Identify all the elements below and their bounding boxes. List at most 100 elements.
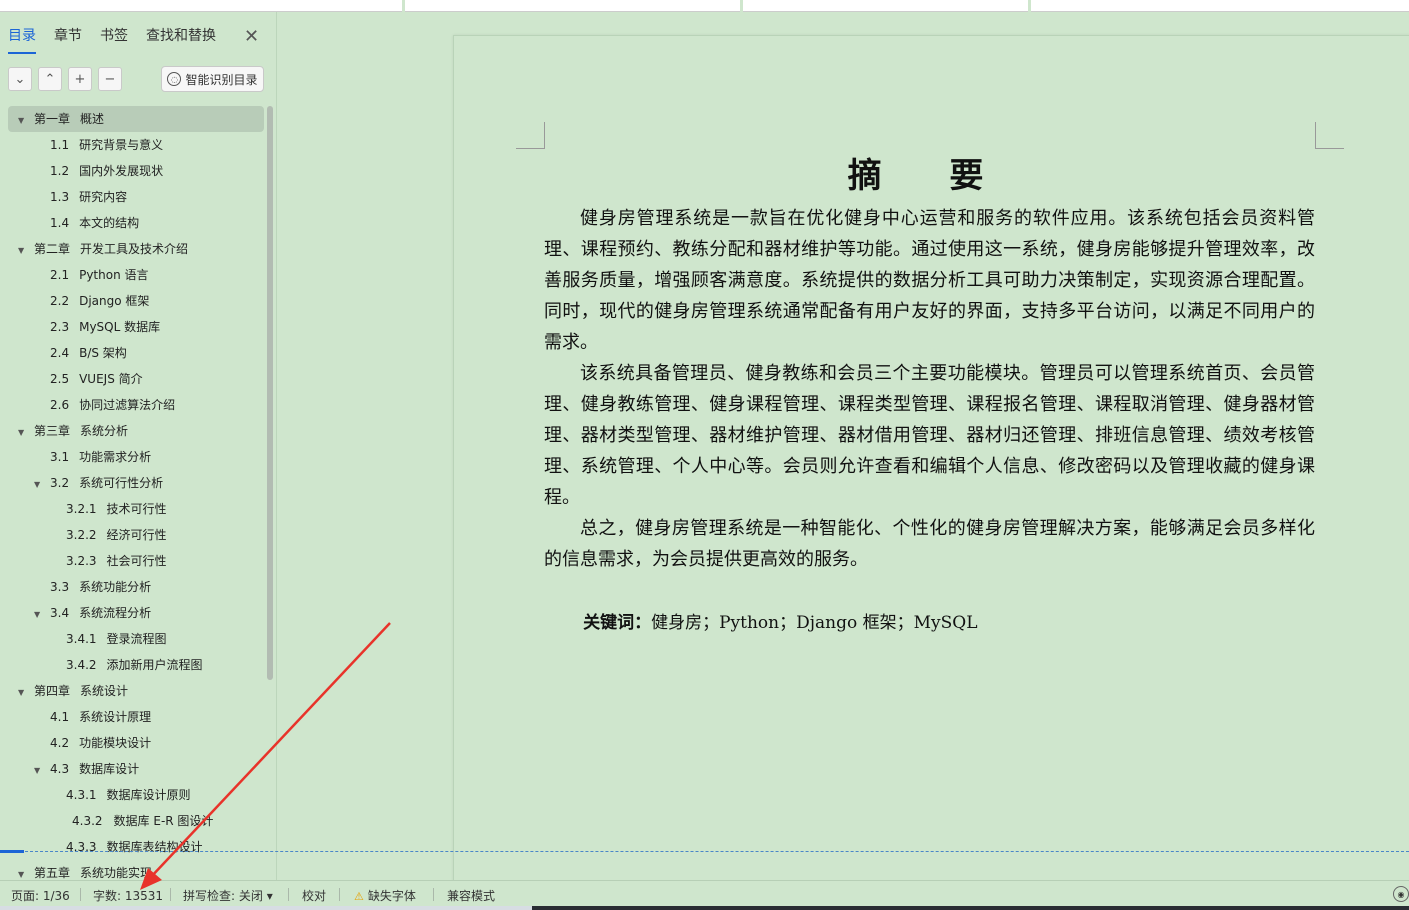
toc-item-number: 1.4 (50, 216, 70, 230)
toc-item[interactable]: 4.2 功能模块设计 (0, 730, 266, 756)
toc-item[interactable]: 4.3.1 数据库设计原则 (0, 782, 266, 808)
tab-bookmarks[interactable]: 书签 (100, 26, 128, 54)
toc-item[interactable]: 4.3.2 数据库 E-R 图设计 (0, 808, 266, 834)
toc-item[interactable]: ▼ 3.2 系统可行性分析 (0, 470, 266, 496)
toc-item[interactable]: 3.4.1 登录流程图 (0, 626, 266, 652)
toc-item-label: 研究内容 (79, 190, 128, 204)
abstract-paragraph: 健身房管理系统是一款旨在优化健身中心运营和服务的软件应用。该系统包括会员资料管理… (544, 208, 1315, 353)
expand-triangle-icon[interactable]: ▼ (18, 862, 28, 880)
expand-triangle-icon[interactable]: ▼ (34, 472, 44, 498)
page-indicator[interactable]: 页面: 1/36 (11, 887, 70, 904)
toc-item[interactable]: 4.1 系统设计原理 (0, 704, 266, 730)
toc-chapter-item[interactable]: ▼ 第二章 开发工具及技术介绍 (0, 236, 266, 262)
toc-item[interactable]: 4.3.3 数据库表结构设计 (0, 834, 266, 860)
divider (80, 888, 81, 901)
page-boundary-guide (0, 851, 1409, 852)
toc-chapter-item[interactable]: ▼ 第一章 概述 (8, 106, 264, 132)
toc-item-number: 3.2.2 (66, 528, 97, 542)
toc-item-number: 3.2.3 (66, 554, 97, 568)
toc-item-number: 第五章 (34, 866, 71, 880)
compat-mode-label: 兼容模式 (447, 889, 496, 903)
toc-item[interactable]: ▼ 3.4 系统流程分析 (0, 600, 266, 626)
warning-icon: ⚠ (354, 890, 364, 903)
toc-item[interactable]: 3.2.1 技术可行性 (0, 496, 266, 522)
toc-item[interactable]: 3.1 功能需求分析 (0, 444, 266, 470)
ai-toc-button[interactable]: ◌ 智能识别目录 (161, 66, 264, 92)
toc-item[interactable]: 1.2 国内外发展现状 (0, 158, 266, 184)
eye-icon[interactable]: ◉ (1393, 886, 1409, 902)
toc-item-label: 协同过滤算法介绍 (79, 398, 176, 412)
toc-item-number: 3.4.2 (66, 658, 97, 672)
toc-item-number: 3.2 (50, 476, 70, 490)
proofread-button[interactable]: 校对 (302, 887, 326, 904)
remove-heading-button[interactable]: − (98, 67, 122, 91)
toc-item-number: 3.4 (50, 606, 70, 620)
toc-item-number: 1.2 (50, 164, 70, 178)
toc-item-label: 系统分析 (80, 424, 129, 438)
toc-item-number: 2.1 (50, 268, 70, 282)
toc-item[interactable]: 2.3 MySQL 数据库 (0, 314, 266, 340)
toc-item-label: 技术可行性 (106, 502, 167, 516)
missing-fonts-button[interactable]: ⚠ 缺失字体 (354, 887, 416, 904)
toc-item[interactable]: ▼ 4.3 数据库设计 (0, 756, 266, 782)
toc-item[interactable]: 1.1 研究背景与意义 (0, 132, 266, 158)
toc-item-number: 4.3.3 (66, 840, 97, 854)
toc-item[interactable]: 2.6 协同过滤算法介绍 (0, 392, 266, 418)
toc-item-label: 社会可行性 (106, 554, 167, 568)
toc-item-label: 开发工具及技术介绍 (80, 242, 189, 256)
toc-chapter-item[interactable]: ▼ 第三章 系统分析 (0, 418, 266, 444)
close-icon[interactable]: ✕ (244, 26, 259, 47)
toc-item[interactable]: 3.2.2 经济可行性 (0, 522, 266, 548)
toc-item-number: 3.1 (50, 450, 70, 464)
toc-chapter-item[interactable]: ▼ 第五章 系统功能实现 (0, 860, 266, 880)
add-heading-button[interactable]: + (68, 67, 92, 91)
toc-item-label: 系统功能实现 (80, 866, 153, 880)
toc-list: ▼ 第一章 概述 1.1 研究背景与意义 1.2 国内外发展现状 1.3 研究内容 1.4 本文的结… (0, 106, 266, 880)
toc-item[interactable]: 3.4.2 添加新用户流程图 (0, 652, 266, 678)
expand-triangle-icon[interactable]: ▼ (18, 238, 28, 264)
collapse-button[interactable]: ⌄ (8, 67, 32, 91)
toc-item[interactable]: 2.2 Django 框架 (0, 288, 266, 314)
tab-find-replace[interactable]: 查找和替换 (146, 26, 216, 54)
toc-item[interactable]: 2.4 B/S 架构 (0, 340, 266, 366)
expand-triangle-icon[interactable]: ▼ (18, 108, 28, 134)
toc-item[interactable]: 3.2.3 社会可行性 (0, 548, 266, 574)
ai-toc-label: 智能识别目录 (185, 72, 258, 87)
divider (288, 888, 289, 901)
toc-item[interactable]: 1.4 本文的结构 (0, 210, 266, 236)
divider (433, 888, 434, 901)
toc-item-number: 3.2.1 (66, 502, 97, 516)
word-count[interactable]: 字数: 13531 (93, 887, 163, 904)
taskbar-edge (0, 906, 1409, 910)
expand-triangle-icon[interactable]: ▼ (18, 680, 28, 706)
divider (339, 888, 340, 901)
keywords-label: 关键词： (583, 613, 652, 633)
tab-toc[interactable]: 目录 (8, 26, 36, 54)
dropdown-arrow-icon: ▾ (266, 889, 273, 903)
toc-item-label: 本文的结构 (79, 216, 140, 230)
expand-triangle-icon[interactable]: ▼ (34, 602, 44, 628)
toc-scrollbar[interactable] (267, 106, 273, 680)
toc-item-number: 4.3.2 (72, 814, 103, 828)
toc-item[interactable]: 2.5 VUEJS 简介 (0, 366, 266, 392)
toc-item-label: 国内外发展现状 (79, 164, 164, 178)
toc-chapter-item[interactable]: ▼ 第四章 系统设计 (0, 678, 266, 704)
toc-item-label: VUEJS 简介 (79, 372, 143, 386)
expand-triangle-icon[interactable]: ▼ (18, 420, 28, 446)
navigation-panel: 目录 章节 书签 查找和替换 ✕ ⌄ ⌃ + − ◌ 智能识别目录 ▼ 第一章 概述… (0, 12, 277, 880)
toc-item-label: Python 语言 (79, 268, 149, 282)
tab-chapters[interactable]: 章节 (54, 26, 82, 54)
keywords-text: 健身房；Python；Django 框架；MySQL (651, 613, 978, 633)
expand-button[interactable]: ⌃ (38, 67, 62, 91)
toc-item-label: 功能需求分析 (79, 450, 152, 464)
expand-triangle-icon[interactable]: ▼ (34, 758, 44, 784)
toc-item[interactable]: 2.1 Python 语言 (0, 262, 266, 288)
toc-item-number: 第二章 (34, 242, 71, 256)
ruler-segment (1031, 0, 1409, 12)
plus-icon: + (74, 71, 86, 87)
ruler-segment (0, 0, 402, 12)
spell-check-toggle[interactable]: 拼写检查: 关闭 ▾ (183, 887, 273, 904)
toc-item[interactable]: 1.3 研究内容 (0, 184, 266, 210)
toc-item[interactable]: 3.3 系统功能分析 (0, 574, 266, 600)
toc-item-number: 第一章 (34, 112, 71, 126)
